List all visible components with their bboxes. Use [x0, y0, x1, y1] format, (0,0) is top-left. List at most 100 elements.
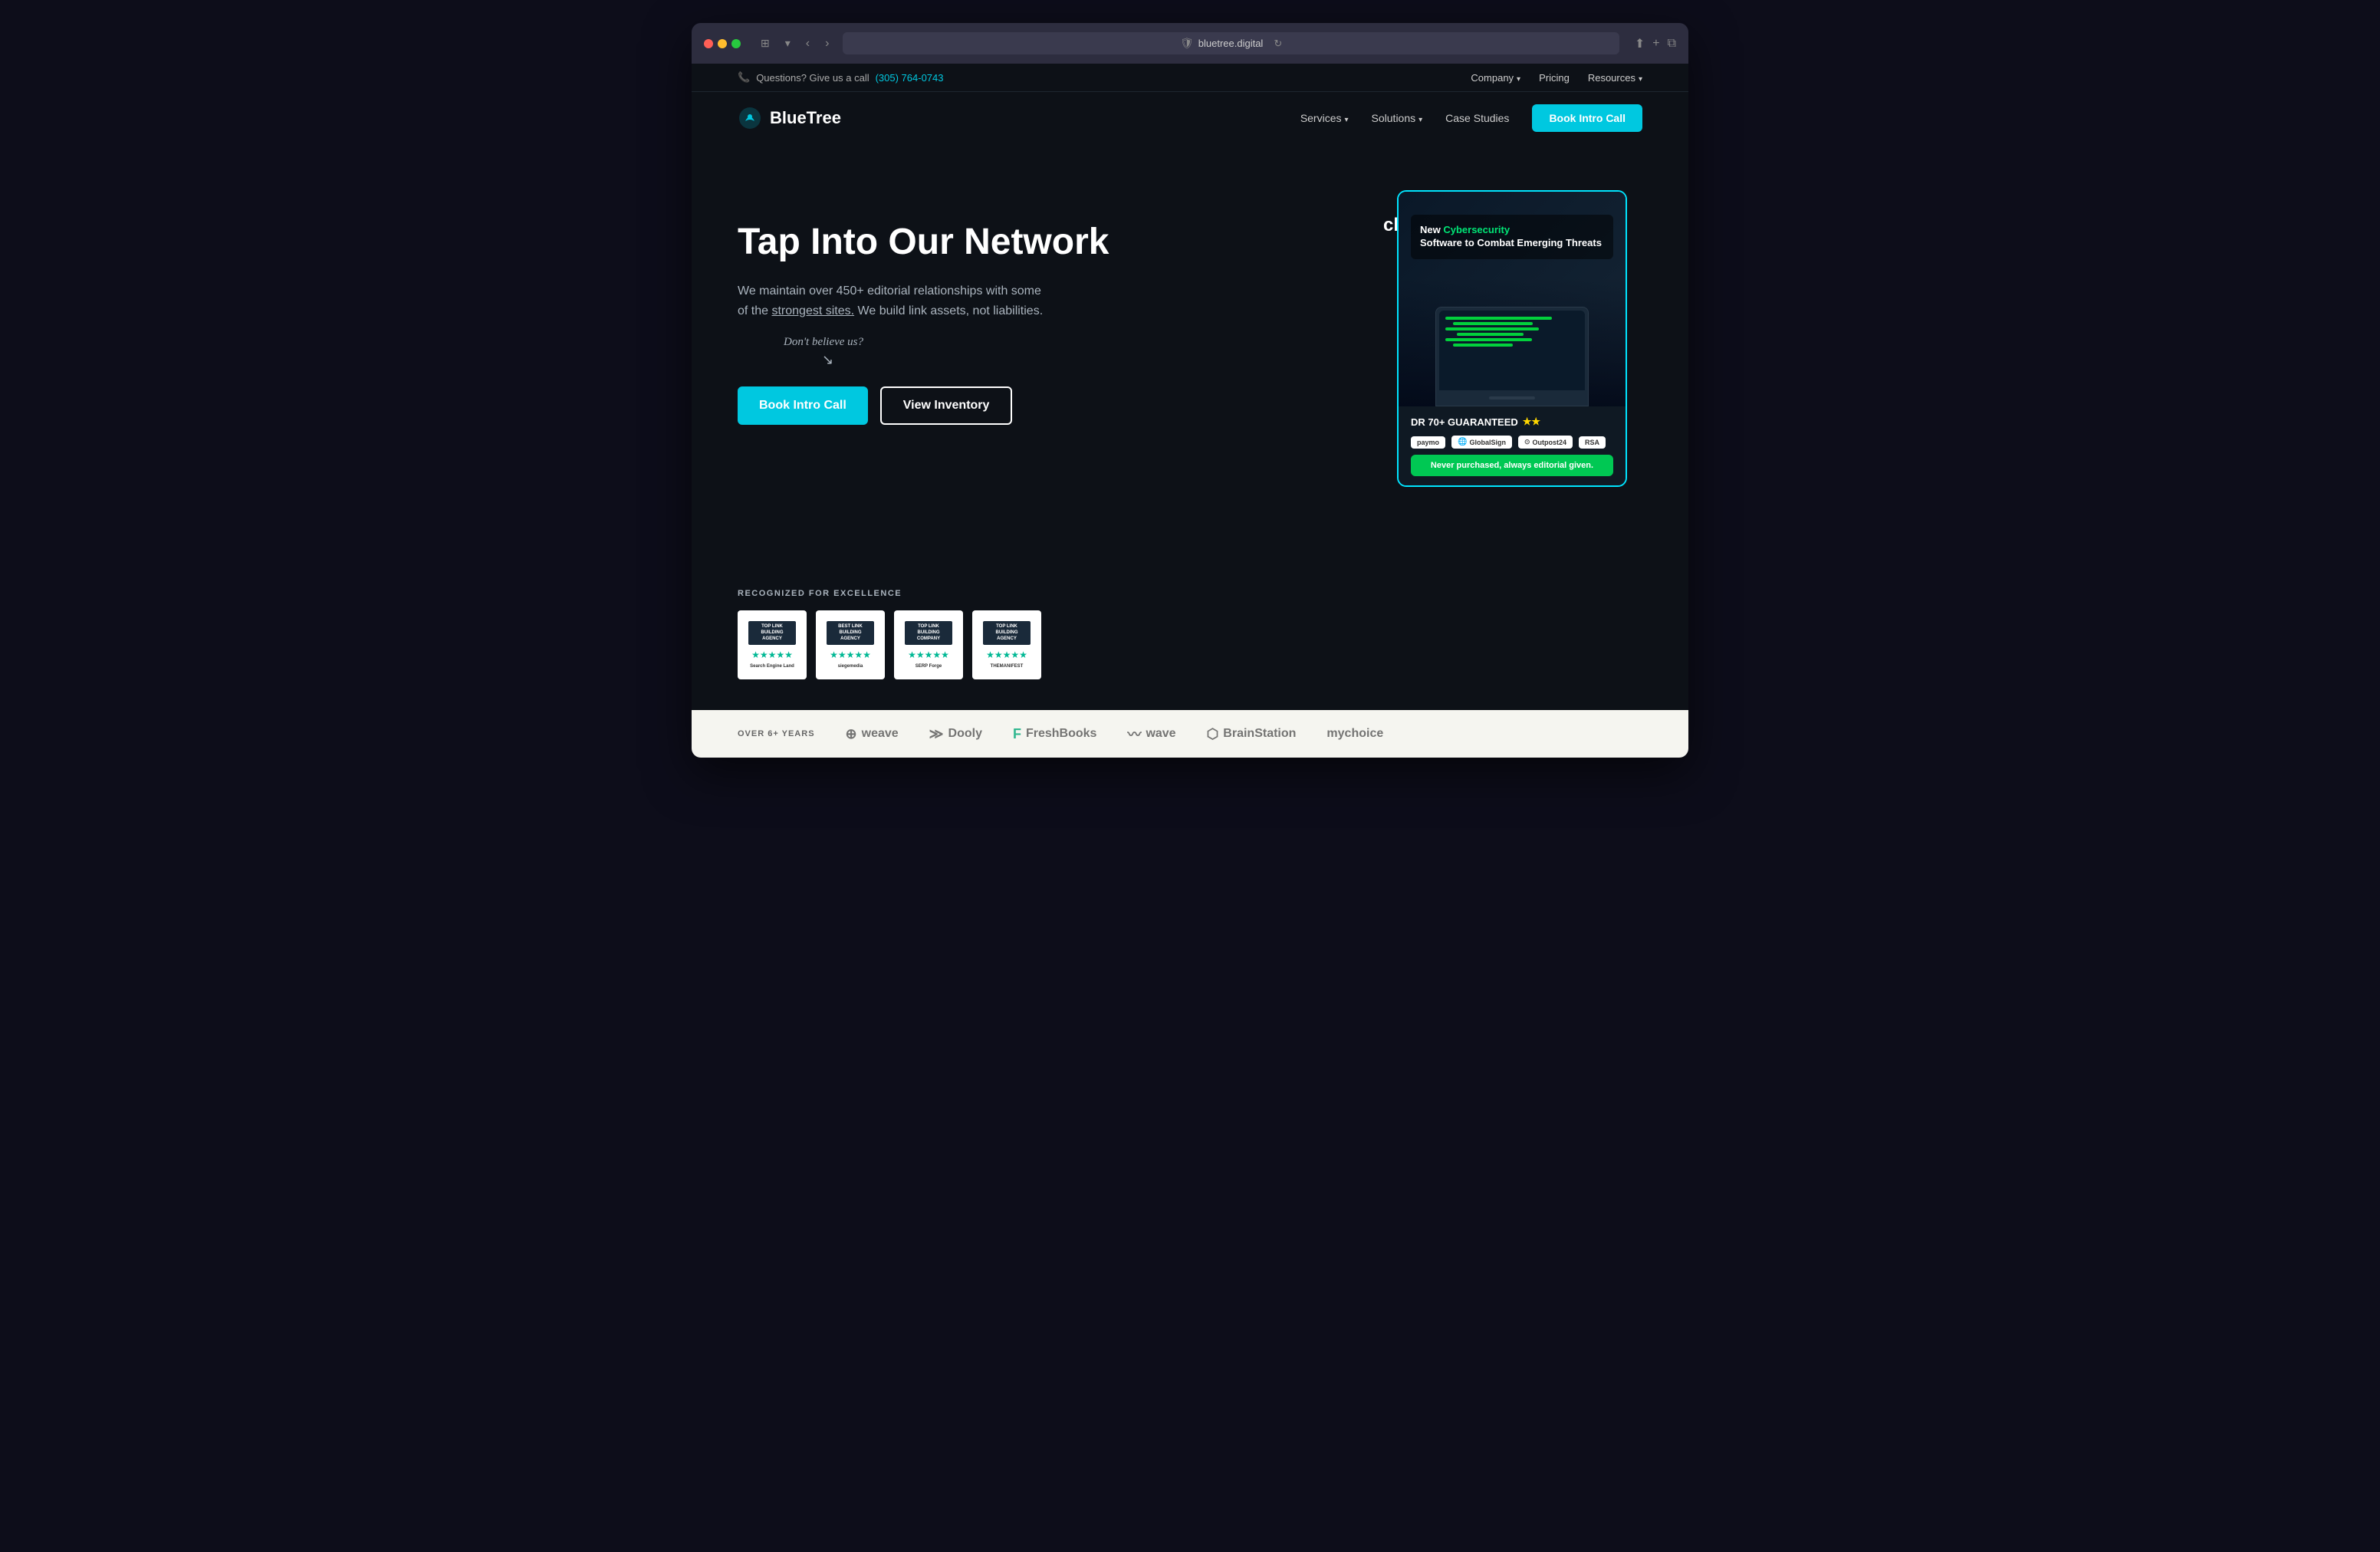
pricing-nav[interactable]: Pricing: [1539, 72, 1570, 84]
brand-freshbooks: F FreshBooks: [1013, 726, 1096, 742]
brainstation-icon: ⬡: [1207, 726, 1219, 742]
main-nav-links: Services Solutions Case Studies Book Int…: [1300, 104, 1642, 132]
card-mockup: New Cybersecurity Software to Combat Eme…: [1397, 190, 1627, 487]
award-badge-3: TOP LINK BUILDING AGENCY ★★★★★ THEMANIFE…: [972, 610, 1041, 679]
share-button[interactable]: ⬆: [1635, 36, 1645, 51]
view-inventory-button[interactable]: View Inventory: [880, 386, 1013, 425]
logos-bar-label: OVER 6+ YEARS: [738, 729, 815, 738]
awards-label: RECOGNIZED FOR EXCELLENCE: [738, 589, 1642, 598]
window-grid-button[interactable]: ⊞: [756, 35, 774, 51]
stars-icon: ★★: [1523, 416, 1540, 428]
company-nav[interactable]: Company: [1471, 72, 1520, 84]
maximize-button[interactable]: [731, 39, 741, 48]
tabs-button[interactable]: ⧉: [1668, 37, 1676, 51]
card-bottom: DR 70+ GUARANTEED ★★ paymo 🌐GlobalSign ⊙…: [1399, 406, 1626, 485]
award-1-line3: AGENCY: [830, 636, 871, 643]
wave-icon: 〰: [1127, 724, 1141, 744]
traffic-lights: [704, 39, 741, 48]
card-headline-cybersecurity: Cybersecurity: [1443, 224, 1510, 235]
client-logo-paymo: paymo: [1411, 436, 1445, 449]
resources-nav[interactable]: Resources: [1588, 72, 1642, 84]
award-3-line3: AGENCY: [986, 636, 1027, 643]
main-nav: BlueTree Services Solutions Case Studies…: [692, 92, 1688, 144]
logo-text: BlueTree: [770, 108, 841, 128]
award-0-line1: TOP LINK: [751, 624, 793, 630]
question-text: Questions? Give us a call: [756, 72, 869, 84]
phone-icon: 📞: [738, 71, 750, 84]
window-grid-chevron[interactable]: ▾: [781, 35, 795, 51]
hero-title: Tap Into Our Network: [738, 221, 1109, 263]
award-badge-0: TOP LINK BUILDING AGENCY ★★★★★ Search En…: [738, 610, 807, 679]
close-button[interactable]: [704, 39, 713, 48]
award-3-stars: ★★★★★: [986, 649, 1027, 660]
browser-controls: ⊞ ▾ ‹ ›: [756, 35, 833, 52]
client-logo-globalsign: 🌐GlobalSign: [1451, 436, 1512, 449]
arrow-down-icon: ↘: [822, 352, 1109, 368]
award-2-line2: BUILDING: [908, 630, 949, 636]
award-0-source: Search Engine Land: [750, 664, 794, 669]
award-0-line3: AGENCY: [751, 636, 793, 643]
award-2-stars: ★★★★★: [908, 649, 949, 660]
case-studies-nav[interactable]: Case Studies: [1445, 112, 1509, 124]
book-intro-call-hero-button[interactable]: Book Intro Call: [738, 386, 868, 425]
award-badge-2: TOP LINK BUILDING COMPANY ★★★★★ SERP For…: [894, 610, 963, 679]
award-3-source: THEMANIFEST: [991, 664, 1024, 669]
hero-subtitle: We maintain over 450+ editorial relation…: [738, 281, 1109, 321]
phone-link[interactable]: (305) 764-0743: [876, 72, 944, 84]
award-1-line1: BEST LINK: [830, 624, 871, 630]
url-text: bluetree.digital: [1198, 38, 1264, 49]
reload-icon[interactable]: ↻: [1274, 38, 1282, 50]
logo-icon: [738, 106, 762, 130]
book-intro-call-nav-button[interactable]: Book Intro Call: [1532, 104, 1642, 132]
minimize-button[interactable]: [718, 39, 727, 48]
awards-section: RECOGNIZED FOR EXCELLENCE TOP LINK BUILD…: [692, 574, 1688, 710]
award-2-line1: TOP LINK: [908, 624, 949, 630]
dooly-icon: ≫: [929, 726, 944, 742]
brand-brainstation: ⬡ BrainStation: [1207, 726, 1297, 742]
hero-left: Tap Into Our Network We maintain over 45…: [738, 190, 1109, 425]
services-nav[interactable]: Services: [1300, 112, 1349, 124]
new-tab-button[interactable]: +: [1652, 37, 1659, 51]
card-headline-post: Software to Combat Emerging Threats: [1420, 237, 1602, 248]
award-1-source: siegemedia: [838, 664, 863, 669]
strongest-sites-link[interactable]: strongest sites.: [771, 304, 854, 317]
laptop-visual: New Cybersecurity Software to Combat Eme…: [1399, 192, 1626, 406]
back-button[interactable]: ‹: [801, 35, 814, 52]
award-1-stars: ★★★★★: [830, 649, 871, 660]
award-3-line1: TOP LINK: [986, 624, 1027, 630]
editorial-badge: Never purchased, always editorial given.: [1411, 455, 1613, 476]
client-logo-outpost24: ⊙Outpost24: [1518, 436, 1573, 449]
hero-right: ch New Cyber: [1382, 190, 1642, 487]
solutions-nav[interactable]: Solutions: [1372, 112, 1423, 124]
browser-window: ⊞ ▾ ‹ › 🛡 bluetree.digital ↻ ⬆ + ⧉ 📞 Que…: [692, 23, 1688, 758]
dr-badge: DR 70+ GUARANTEED ★★: [1411, 416, 1613, 428]
award-1-line2: BUILDING: [830, 630, 871, 636]
brand-weave: ⊕ weave: [846, 726, 899, 742]
brand-dooly: ≫ Dooly: [929, 726, 982, 742]
top-bar: 📞 Questions? Give us a call (305) 764-07…: [692, 64, 1688, 92]
logos-bar: OVER 6+ YEARS ⊕ weave ≫ Dooly F FreshBoo…: [692, 710, 1688, 758]
award-2-line3: COMPANY: [908, 636, 949, 643]
award-badge-1: BEST LINK BUILDING AGENCY ★★★★★ siegemed…: [816, 610, 885, 679]
address-bar[interactable]: 🛡 bluetree.digital ↻: [843, 32, 1619, 54]
dont-believe-text: Don't believe us?: [784, 336, 1109, 349]
award-3-line2: BUILDING: [986, 630, 1027, 636]
security-icon: 🛡: [1180, 37, 1194, 50]
top-bar-contact: 📞 Questions? Give us a call (305) 764-07…: [738, 71, 944, 84]
hero-section: Tap Into Our Network We maintain over 45…: [692, 144, 1688, 574]
hero-buttons: Book Intro Call View Inventory: [738, 386, 1109, 425]
brand-wave: 〰 wave: [1127, 724, 1175, 744]
browser-actions: ⬆ + ⧉: [1635, 36, 1676, 51]
top-bar-nav: Company Pricing Resources: [1471, 72, 1642, 84]
weave-icon: ⊕: [846, 726, 857, 742]
award-0-line2: BUILDING: [751, 630, 793, 636]
client-logos: paymo 🌐GlobalSign ⊙Outpost24 RSA: [1411, 436, 1613, 449]
forward-button[interactable]: ›: [820, 35, 833, 52]
awards-list: TOP LINK BUILDING AGENCY ★★★★★ Search En…: [738, 610, 1642, 679]
award-0-stars: ★★★★★: [751, 649, 793, 660]
brand-mychoice: mychoice: [1326, 727, 1383, 741]
logo-area: BlueTree: [738, 106, 841, 130]
card-image: New Cybersecurity Software to Combat Eme…: [1399, 192, 1626, 406]
award-2-source: SERP Forge: [916, 664, 942, 669]
card-headline-pre: New: [1420, 224, 1443, 235]
